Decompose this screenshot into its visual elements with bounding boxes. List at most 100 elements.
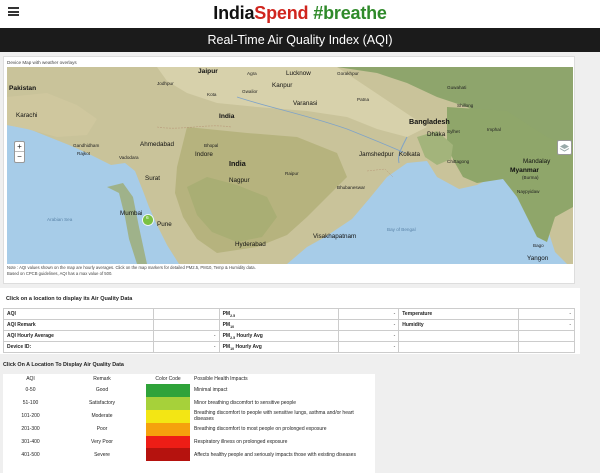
pm-label-tail: Hourly Avg [234, 343, 262, 350]
map-label-rajkot: Rajkot [77, 151, 91, 156]
aqi-legend-table: AQI Remark Color Code Possible Health Im… [3, 374, 375, 462]
legend-header-row: AQI Remark Color Code Possible Health Im… [3, 374, 375, 384]
legend-row: 401-500 Severe Affects healthy people and … [3, 448, 375, 462]
aqi-legend: AQI Remark Color Code Possible Health Im… [3, 374, 375, 473]
pm-label-main: PM [222, 332, 231, 339]
weather-value [518, 330, 575, 342]
row-label: Device ID: [3, 341, 154, 353]
map-label-guwahati: Guwahati [447, 85, 467, 90]
zoom-in-button[interactable]: + [15, 142, 24, 152]
map-label-bago: Bago [533, 243, 544, 248]
legend-header-color: Color Code [155, 376, 181, 382]
marker-count[interactable]: 6 [146, 216, 149, 221]
map-label-patna: Patna [357, 97, 370, 102]
map-label-hyderabad: Hyderabad [235, 241, 266, 248]
legend-color-cell [146, 396, 190, 410]
legend-color-cell [146, 409, 190, 423]
pm-label-main: PM [222, 321, 231, 328]
legend-color-swatch [146, 422, 190, 436]
legend-color-swatch [146, 409, 190, 423]
row-label: AQI Hourly Average [3, 330, 154, 342]
map-label-lucknow: Lucknow [286, 70, 311, 77]
legend-remark: Very Poor [91, 439, 113, 445]
legend-remark: Severe [94, 451, 110, 458]
map-label-arabian-sea: Arabian Sea [47, 217, 73, 222]
legend-color-swatch [146, 396, 190, 410]
legend-color-cell [146, 422, 190, 436]
map-label-gandhidham: Gandhidham [73, 143, 100, 148]
map-label-chittagong: Chittagong [447, 159, 470, 164]
pm-value: - [338, 308, 400, 320]
map-terrain [7, 67, 573, 264]
map-label-burma: (Burma) [522, 175, 539, 180]
weather-value [518, 341, 575, 353]
legend-remark: Satisfactory [88, 400, 116, 407]
map-label-myanmar: Myanmar [510, 167, 539, 174]
air-quality-row: Device ID: - PM10 Hourly Avg - [3, 341, 575, 353]
air-quality-table: AQI PM2.5- Temperature - AQI Remark PM10- Humi… [3, 308, 575, 353]
legend-impact: Respiratory illness on prolonged exposur… [194, 439, 288, 445]
legend-impact: Minimal impact [194, 387, 228, 394]
legend-row: 51-100 Satisfactory Minor breathing discom… [3, 396, 375, 410]
device-map[interactable]: 6 Jaipur Lucknow Kanpur Gorakhpur Agra J… [7, 67, 573, 264]
weather-value: - [518, 319, 575, 331]
pm-label: PM10 Hourly Avg [218, 341, 340, 353]
map-label-pakistan: Pakistan [9, 85, 37, 92]
row-value: - [152, 341, 220, 353]
map-label-visakhapatnam: Visakhapatnam [313, 233, 357, 240]
legend-row: 201-300 Poor Breathing discomfort to most … [3, 422, 375, 436]
air-quality-row: AQI PM2.5- Temperature - [3, 308, 575, 320]
legend-aqi-range: 201-300 [21, 426, 40, 433]
legend-color-swatch [146, 448, 190, 462]
map-note: Note : AQI values shown on the map are h… [7, 265, 567, 276]
legend-heading: Click On A Location To Display Air Quali… [3, 362, 124, 368]
legend-row: 301-400 Very Poor Respiratory illness on p… [3, 435, 375, 449]
row-label: AQI [3, 308, 154, 320]
map-label-imphal: Imphal [487, 127, 501, 132]
map-label-kota: Kota [207, 92, 217, 97]
map-label-mumbai: Mumbai [120, 210, 143, 217]
layers-button[interactable] [557, 140, 572, 155]
map-label-bangladesh: Bangladesh [409, 117, 450, 126]
map-label-jodhpur: Jodhpur [157, 81, 174, 86]
pm-label: PM10 [218, 319, 340, 331]
map-label-dhaka: Dhaka [427, 131, 446, 138]
map-label-bhubaneswar: Bhubaneswar [337, 185, 366, 190]
brand-logo[interactable]: IndiaSpend #breathe [0, 3, 600, 24]
legend-color-cell [146, 384, 190, 397]
map-label-raipur: Raipur [285, 171, 299, 176]
legend-aqi-range: 401-500 [21, 451, 40, 458]
legend-remark: Poor [96, 426, 108, 433]
map-label-gorakhpur: Gorakhpur [337, 71, 359, 76]
pm-label: PM2.5 [218, 308, 340, 320]
map-label-indore: Indore [195, 151, 213, 158]
legend-color-swatch [146, 435, 190, 449]
weather-label: Temperature [398, 308, 520, 320]
layers-icon [559, 144, 570, 152]
map-label-india-country: India [229, 159, 246, 168]
map-label-varanasi: Varanasi [293, 100, 318, 107]
pm-label-main: PM [222, 310, 231, 317]
pm-label-main: PM [222, 343, 231, 350]
weather-label [398, 330, 520, 342]
map-label-gwalior: Gwalior [242, 89, 258, 94]
map-label-bay-of-bengal: Bay of Bengal [387, 227, 416, 232]
map-label-kanpur: Kanpur [272, 82, 293, 89]
air-quality-heading: Click on a location to display its Air Q… [6, 296, 133, 302]
pm-label-sub: 10 [230, 324, 235, 329]
legend-aqi-range: 301-400 [21, 439, 40, 445]
map-label-naypyidaw: Naypyidaw [517, 189, 540, 194]
legend-color-cell [146, 448, 190, 462]
map-label-jamshedpur: Jamshedpur [359, 151, 394, 158]
zoom-out-button[interactable]: − [15, 152, 24, 162]
map-label-nagpur: Nagpur [229, 177, 250, 184]
legend-row: 101-200 Moderate Breathing discomfort to p… [3, 409, 375, 423]
legend-color-cell [146, 435, 190, 449]
legend-header-remark: Remark [93, 376, 111, 382]
map-label-jaipur: Jaipur [198, 68, 218, 75]
map-label-surat: Surat [145, 175, 161, 182]
page-title: Real-Time Air Quality Index (AQI) [0, 28, 600, 52]
legend-remark: Moderate [91, 413, 113, 420]
map-card: Device Map with weather overlays 6 Jaipu… [3, 56, 575, 284]
map-label-agra: Agra [247, 71, 257, 76]
